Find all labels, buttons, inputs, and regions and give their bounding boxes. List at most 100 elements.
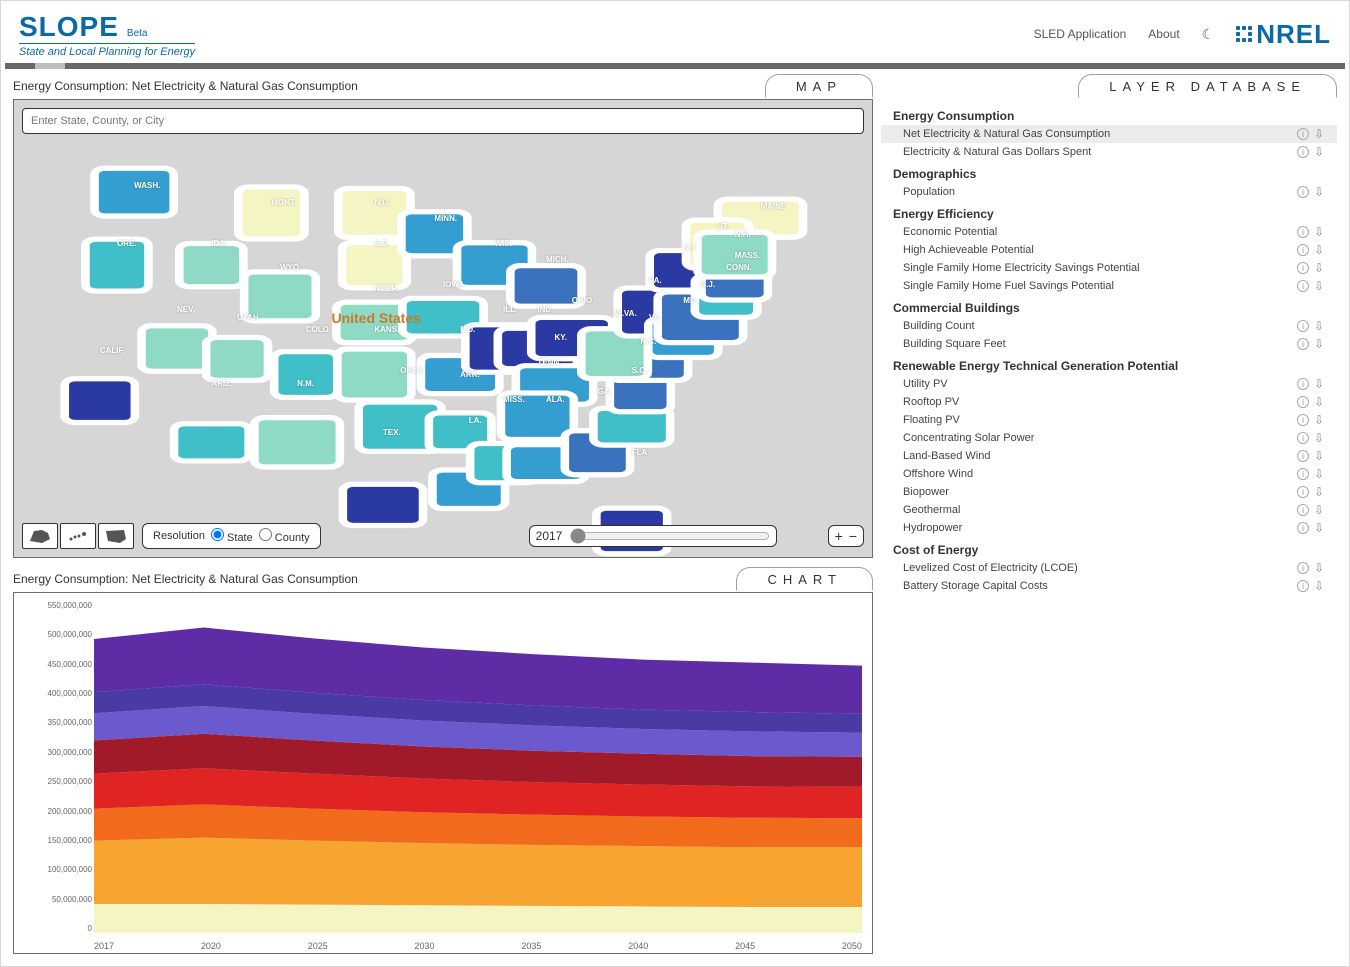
state-calif[interactable] [65,379,135,423]
info-icon[interactable]: i [1297,486,1309,498]
db-item[interactable]: Populationi⇩ [881,183,1337,201]
db-item[interactable]: Rooftop PVi⇩ [881,393,1337,411]
download-icon[interactable]: ⇩ [1313,504,1325,516]
info-icon[interactable]: i [1297,504,1309,516]
db-item[interactable]: Electricity & Natural Gas Dollars Spenti… [881,143,1337,161]
state-ida[interactable] [179,243,243,286]
db-item[interactable]: Battery Storage Capital Costs i ⇩ [881,577,1337,595]
info-icon[interactable]: i [1297,280,1309,292]
info-icon[interactable]: i [1297,580,1309,592]
info-icon[interactable]: i [1297,244,1309,256]
resolution-county[interactable]: County [259,528,310,544]
map-canvas[interactable]: Enter State, County, or City United Stat… [13,99,873,558]
download-icon[interactable]: ⇩ [1313,468,1325,480]
resolution-state[interactable]: State [211,528,253,544]
nrel-logo[interactable]: NREL [1236,19,1331,50]
state-utah[interactable] [206,338,268,381]
state-tex[interactable] [343,484,423,525]
download-icon[interactable]: ⇩ [1313,522,1325,534]
chart-panel: Energy Consumption: Net Electricity & Na… [13,566,873,954]
info-icon[interactable]: i [1297,320,1309,332]
layer-database-tab[interactable]: LAYER DATABASE [1078,74,1337,98]
download-icon[interactable]: ⇩ [1313,414,1325,426]
info-icon[interactable]: i [1297,146,1309,158]
download-icon[interactable]: ⇩ [1313,396,1325,408]
download-icon[interactable]: ⇩ [1313,186,1325,198]
db-item-label: Offshore Wind [903,468,973,480]
zoom-out-button[interactable]: − [849,528,857,544]
info-icon[interactable]: i [1297,562,1309,574]
db-item[interactable]: Single Family Home Fuel Savings Potentia… [881,277,1337,295]
download-icon[interactable]: ⇩ [1313,378,1325,390]
db-item[interactable]: Concentrating Solar Poweri⇩ [881,429,1337,447]
info-icon[interactable]: i [1297,522,1309,534]
db-item-label: Geothermal [903,504,960,516]
state-mont[interactable] [238,187,304,239]
zoom-in-button[interactable]: + [835,528,843,544]
db-item[interactable]: Land-Based Windi⇩ [881,447,1337,465]
db-item[interactable]: Levelized Cost of Electricity (LCOE)i⇩ [881,559,1337,577]
state-ore[interactable] [85,239,148,291]
continental-us-button[interactable] [98,523,134,549]
state-nev[interactable] [142,326,213,372]
year-slider[interactable] [570,528,770,544]
download-icon[interactable]: ⇩ [1313,450,1325,462]
info-icon[interactable]: i [1297,396,1309,408]
info-icon[interactable]: i [1297,378,1309,390]
download-icon[interactable]: ⇩ [1313,226,1325,238]
db-item[interactable]: Hydropoweri⇩ [881,519,1337,537]
download-icon[interactable]: ⇩ [1313,432,1325,444]
info-icon[interactable]: i [1297,468,1309,480]
download-icon[interactable]: ⇩ [1313,146,1325,158]
state-sd[interactable] [342,242,407,287]
download-icon[interactable]: ⇩ [1313,562,1325,574]
download-icon[interactable]: ⇩ [1313,320,1325,332]
state-nm[interactable] [254,418,339,467]
state-nh[interactable] [697,232,772,277]
state-ariz[interactable] [174,424,249,461]
db-item-label: Battery Storage Capital Costs [903,580,1048,592]
alaska-button[interactable] [22,523,58,549]
db-item[interactable]: Geothermal i ⇩ [881,501,1337,519]
download-icon[interactable]: ⇩ [1313,280,1325,292]
dark-mode-icon[interactable]: ☾ [1202,26,1215,43]
download-icon[interactable]: ⇩ [1313,486,1325,498]
sled-link[interactable]: SLED Application [1034,27,1127,41]
map-tab[interactable]: MAP [765,74,873,98]
info-icon[interactable]: i [1297,432,1309,444]
db-item[interactable]: Floating PVi⇩ [881,411,1337,429]
info-icon[interactable]: i [1297,226,1309,238]
download-icon[interactable]: ⇩ [1313,338,1325,350]
db-item-label: Utility PV [903,378,948,390]
logo-subtitle: State and Local Planning for Energy [19,43,195,58]
db-item[interactable]: Utility PV i ⇩ [881,375,1337,393]
info-icon[interactable]: i [1297,338,1309,350]
state-wash[interactable] [95,168,174,216]
db-item[interactable]: Economic Potentiali⇩ [881,223,1337,241]
state-kans[interactable] [337,349,411,400]
search-input[interactable]: Enter State, County, or City [22,108,864,134]
db-item[interactable]: Building Square Feeti⇩ [881,335,1337,353]
db-item[interactable]: Single Family Home Electricity Savings P… [881,259,1337,277]
info-icon[interactable]: i [1297,414,1309,426]
download-icon[interactable]: ⇩ [1313,244,1325,256]
info-icon[interactable]: i [1297,128,1309,140]
db-item[interactable]: Biopoweri⇩ [881,483,1337,501]
db-item[interactable]: Building Counti⇩ [881,317,1337,335]
state-mich[interactable] [510,266,581,307]
about-link[interactable]: About [1148,27,1179,41]
download-icon[interactable]: ⇩ [1313,262,1325,274]
download-icon[interactable]: ⇩ [1313,128,1325,140]
db-section-header: Energy Consumption [881,103,1337,125]
db-item[interactable]: High Achieveable Potentiali⇩ [881,241,1337,259]
chart-tab[interactable]: CHART [736,567,873,591]
db-item[interactable]: Offshore Wind i ⇩ [881,465,1337,483]
state-wyo[interactable] [244,272,316,321]
info-icon[interactable]: i [1297,450,1309,462]
state-colo[interactable] [274,352,337,398]
info-icon[interactable]: i [1297,186,1309,198]
db-item[interactable]: Net Electricity & Natural Gas Consumptio… [881,125,1337,143]
hawaii-button[interactable] [60,523,96,549]
info-icon[interactable]: i [1297,262,1309,274]
download-icon[interactable]: ⇩ [1313,580,1325,592]
